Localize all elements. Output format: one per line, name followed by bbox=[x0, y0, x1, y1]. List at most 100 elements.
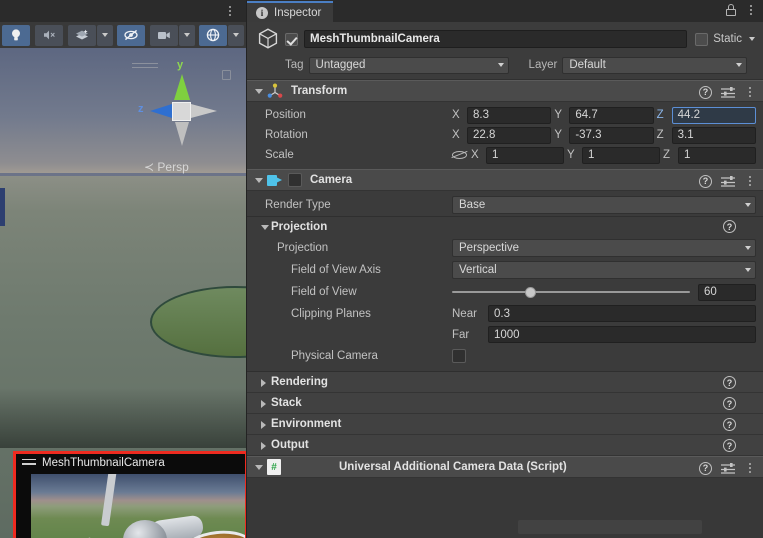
preset-settings-icon[interactable] bbox=[721, 462, 735, 475]
static-dropdown-icon[interactable] bbox=[749, 37, 755, 41]
rotation-z-input[interactable]: 3.1 bbox=[671, 126, 756, 144]
environment-foldout[interactable]: Environment ? bbox=[247, 414, 763, 435]
scale-x-input[interactable]: 1 bbox=[486, 146, 564, 164]
fov-axis-dropdown[interactable]: Vertical bbox=[452, 261, 756, 279]
kebab-menu-icon[interactable] bbox=[744, 461, 756, 475]
gizmos-toggle-button[interactable] bbox=[199, 24, 227, 46]
scene-camera-dropdown-button[interactable] bbox=[179, 24, 195, 46]
help-icon[interactable]: ? bbox=[723, 439, 736, 452]
turbine-blade bbox=[101, 474, 117, 527]
rendering-foldout-toggle[interactable] bbox=[257, 377, 269, 389]
kebab-menu-icon[interactable] bbox=[745, 3, 757, 17]
rotation-x-input[interactable]: 22.8 bbox=[467, 126, 552, 144]
kebab-menu-icon[interactable] bbox=[744, 174, 756, 188]
help-icon[interactable]: ? bbox=[699, 461, 712, 475]
position-y-cell: Y 64.7 bbox=[554, 106, 654, 124]
far-input[interactable]: 1000 bbox=[488, 326, 756, 343]
eye-off-icon bbox=[124, 29, 138, 41]
help-icon[interactable]: ? bbox=[699, 174, 712, 188]
scale-y-input[interactable]: 1 bbox=[582, 146, 660, 164]
gizmos-dropdown-button[interactable] bbox=[228, 24, 244, 46]
scene-camera-icon bbox=[158, 32, 170, 39]
kebab-menu-icon[interactable] bbox=[744, 85, 756, 99]
static-checkbox[interactable] bbox=[695, 32, 709, 46]
help-icon[interactable]: ? bbox=[723, 220, 736, 233]
axis-y-label: Y bbox=[554, 109, 562, 121]
transform-foldout-toggle[interactable] bbox=[253, 85, 265, 97]
fov-slider[interactable] bbox=[452, 285, 690, 299]
visibility-toggle-button[interactable] bbox=[117, 24, 145, 46]
near-input[interactable]: 0.3 bbox=[488, 305, 756, 322]
position-z-input[interactable]: 44.2 bbox=[671, 106, 756, 124]
gizmo-axis-x-cone[interactable] bbox=[191, 104, 217, 118]
camera-component-header[interactable]: Camera ? bbox=[247, 169, 763, 191]
scale-z-input[interactable]: 1 bbox=[678, 146, 756, 164]
projection-foldout-toggle[interactable] bbox=[259, 221, 271, 233]
rotation-y-input[interactable]: -37.3 bbox=[569, 126, 654, 144]
position-y-input[interactable]: 64.7 bbox=[569, 106, 654, 124]
help-icon[interactable]: ? bbox=[723, 376, 736, 389]
scene-view-menu-icon[interactable] bbox=[223, 3, 237, 19]
help-icon[interactable]: ? bbox=[699, 85, 712, 99]
urp-foldout-toggle[interactable] bbox=[253, 461, 265, 473]
gizmo-lock-icon[interactable] bbox=[222, 70, 231, 80]
inspector-tabbar-actions bbox=[726, 3, 757, 17]
gameobject-enabled-checkbox[interactable] bbox=[285, 32, 298, 46]
tab-inspector[interactable]: i Inspector bbox=[247, 1, 334, 22]
gizmo-center-cube[interactable] bbox=[172, 102, 191, 121]
position-x-input[interactable]: 8.3 bbox=[467, 106, 552, 124]
scene-orientation-gizmo[interactable]: y z ≺ Persp bbox=[122, 56, 237, 176]
effects-dropdown-button[interactable] bbox=[97, 24, 113, 46]
audio-toggle-button[interactable] bbox=[35, 24, 63, 46]
render-type-label: Render Type bbox=[265, 199, 331, 211]
lighting-toggle-button[interactable] bbox=[2, 24, 30, 46]
urp-camera-data-header[interactable]: # Universal Additional Camera Data (Scri… bbox=[247, 456, 763, 478]
gameobject-name-row: MeshThumbnailCamera Static bbox=[253, 28, 757, 50]
gizmo-axis-y-cone[interactable] bbox=[174, 74, 190, 100]
near-label: Near bbox=[452, 307, 477, 320]
tag-dropdown[interactable]: Untagged bbox=[308, 56, 509, 74]
position-label: Position bbox=[265, 109, 306, 121]
help-icon[interactable]: ? bbox=[723, 418, 736, 431]
camera-enabled-checkbox[interactable] bbox=[288, 173, 302, 187]
projection-group-header[interactable]: Projection ? bbox=[247, 217, 763, 237]
stack-foldout[interactable]: Stack ? bbox=[247, 393, 763, 414]
output-label: Output bbox=[271, 439, 309, 451]
camera-foldout-toggle[interactable] bbox=[253, 174, 265, 186]
output-foldout-toggle[interactable] bbox=[257, 440, 269, 452]
scene-camera-button[interactable] bbox=[150, 24, 178, 46]
gameobject-name-input[interactable]: MeshThumbnailCamera bbox=[304, 30, 688, 48]
effects-toggle-button[interactable] bbox=[68, 24, 96, 46]
link-off-icon[interactable] bbox=[451, 149, 468, 161]
gizmo-projection-label[interactable]: ≺ Persp bbox=[144, 160, 189, 174]
lock-icon[interactable] bbox=[726, 4, 736, 16]
rendering-foldout[interactable]: Rendering ? bbox=[247, 372, 763, 393]
layer-label: Layer bbox=[528, 59, 558, 71]
transform-axis-icon bbox=[267, 83, 283, 99]
drag-handle-icon[interactable] bbox=[22, 458, 36, 468]
scene-viewport[interactable]: y z ≺ Persp MeshThumbnailCamera bbox=[0, 48, 246, 538]
fov-slider-handle[interactable] bbox=[525, 286, 537, 298]
transform-header-actions: ? bbox=[699, 85, 756, 99]
stack-foldout-toggle[interactable] bbox=[257, 398, 269, 410]
physical-camera-checkbox[interactable] bbox=[452, 349, 466, 363]
render-type-dropdown[interactable]: Base bbox=[452, 196, 756, 214]
fov-axis-label: Field of View Axis bbox=[291, 264, 381, 276]
scale-label: Scale bbox=[265, 149, 294, 161]
gizmo-axis-negy-cone[interactable] bbox=[175, 122, 189, 146]
output-foldout[interactable]: Output ? bbox=[247, 435, 763, 456]
stack-label: Stack bbox=[271, 397, 302, 409]
help-icon[interactable]: ? bbox=[723, 397, 736, 410]
camera-preview-panel[interactable]: MeshThumbnailCamera bbox=[13, 451, 246, 538]
preset-settings-icon[interactable] bbox=[721, 86, 735, 99]
gizmo-axis-z-cone[interactable] bbox=[150, 104, 172, 118]
preset-settings-icon[interactable] bbox=[721, 175, 735, 188]
camera-component-body: Render Type Base Projection ? Projection… bbox=[247, 191, 763, 371]
inspector-bottom-field[interactable] bbox=[518, 520, 702, 534]
chevron-down-icon bbox=[736, 63, 743, 67]
layer-dropdown[interactable]: Default bbox=[562, 56, 748, 74]
projection-dropdown[interactable]: Perspective bbox=[452, 239, 756, 257]
transform-component-header[interactable]: Transform ? bbox=[247, 80, 763, 102]
environment-foldout-toggle[interactable] bbox=[257, 419, 269, 431]
fov-input[interactable]: 60 bbox=[698, 283, 756, 301]
